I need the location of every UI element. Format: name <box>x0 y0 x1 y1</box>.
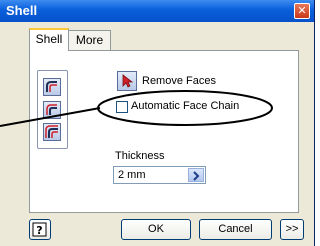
help-icon: ? <box>32 222 47 237</box>
remove-faces-button[interactable] <box>117 71 137 91</box>
automatic-face-chain-label[interactable]: Automatic Face Chain <box>131 100 239 112</box>
expand-more-button[interactable]: >> <box>280 219 304 240</box>
remove-faces-label: Remove Faces <box>142 75 216 87</box>
thickness-label: Thickness <box>115 150 165 162</box>
thickness-input[interactable]: 2 mm <box>113 166 206 184</box>
shell-both-icon[interactable] <box>43 123 61 141</box>
shell-direction-group <box>37 70 68 149</box>
help-glyph: ? <box>36 224 42 237</box>
title-bar[interactable]: Shell ✕ <box>0 0 314 22</box>
shell-outside-icon[interactable] <box>43 101 61 119</box>
automatic-face-chain-checkbox[interactable] <box>116 101 128 113</box>
tab-shell[interactable]: Shell <box>29 28 69 51</box>
close-button[interactable]: ✕ <box>294 3 310 19</box>
cancel-button[interactable]: Cancel <box>199 219 272 240</box>
ok-button[interactable]: OK <box>121 219 191 240</box>
shell-dialog: Shell ✕ Shell More Remove Faces Automati… <box>0 0 315 246</box>
chevron-right-icon <box>193 171 200 181</box>
help-button[interactable]: ? <box>29 219 51 240</box>
tab-more[interactable]: More <box>69 30 111 50</box>
thickness-arrow-button[interactable] <box>188 168 204 182</box>
thickness-value[interactable]: 2 mm <box>118 169 146 181</box>
dialog-title: Shell <box>6 3 38 18</box>
select-arrow-icon <box>122 74 134 88</box>
shell-inside-icon[interactable] <box>43 78 61 96</box>
